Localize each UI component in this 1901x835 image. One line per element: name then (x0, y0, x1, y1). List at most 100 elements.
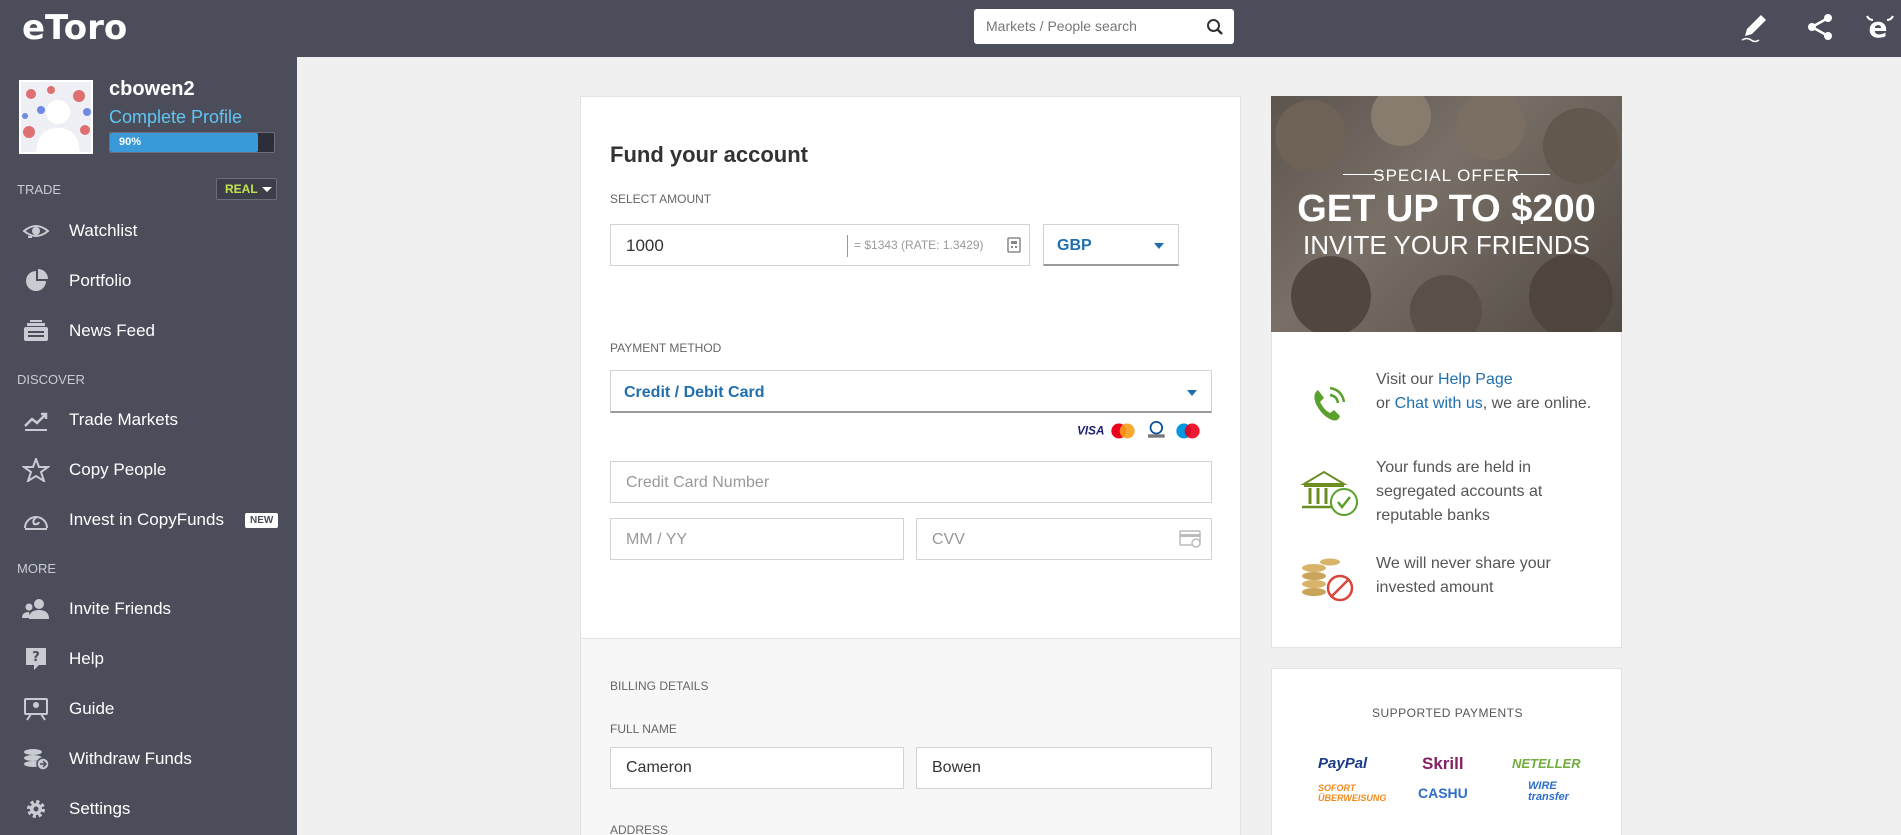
chat-link[interactable]: Chat with us (1395, 395, 1483, 412)
sidebar-item-label: Trade Markets (69, 410, 178, 429)
people-icon (22, 599, 49, 619)
card-number-placeholder: Credit Card Number (626, 474, 770, 491)
sidebar-item-help[interactable]: ? Help (0, 639, 297, 679)
diners-club-logo (1148, 421, 1165, 438)
supported-payments-title: SUPPORTED PAYMENTS (1371, 706, 1524, 720)
withdraw-icon (24, 749, 50, 771)
section-label-trade: TRADE (17, 182, 62, 197)
trend-chart-icon (24, 412, 48, 431)
amount-divider (847, 235, 848, 257)
sidebar-item-label: Invest in CopyFunds (69, 510, 224, 529)
sidebar-item-withdraw-funds[interactable]: Withdraw Funds (0, 739, 297, 779)
sidebar-item-invite-friends[interactable]: Invite Friends (0, 589, 297, 629)
sidebar-item-settings[interactable]: Settings (0, 789, 297, 829)
page-title: Fund your account (610, 142, 808, 167)
phone-icon (1314, 386, 1346, 421)
last-name-field[interactable]: Bowen (916, 747, 1212, 789)
chat-prefix: or (1376, 395, 1395, 412)
neteller-logo: NETELLER (1512, 756, 1581, 771)
amount-value[interactable]: 1000 (626, 236, 664, 256)
assurance-card: Visit our Help Page or Chat with us, we … (1271, 332, 1622, 648)
wire-transfer-logo: WIRE transfer (1528, 780, 1569, 803)
section-label-more: MORE (17, 561, 56, 576)
select-amount-label: SELECT AMOUNT (610, 192, 712, 206)
special-offer-label: SPECIAL OFFER (1373, 166, 1520, 185)
promo-headline: GET UP TO $200 (1297, 188, 1596, 230)
cvv-field[interactable]: CVV (916, 518, 1212, 560)
svg-text:e: e (1869, 11, 1888, 44)
eye-icon (22, 225, 50, 238)
profile-progress-fill: 90% (110, 133, 258, 152)
gear-icon (27, 800, 45, 818)
account-mode-label: REAL (225, 182, 258, 196)
last-name-value: Bowen (932, 759, 981, 776)
help-info: Visit our Help Page or Chat with us, we … (1376, 368, 1596, 416)
funds-info: Your funds are held in segregated accoun… (1376, 459, 1543, 524)
complete-profile-link[interactable]: Complete Profile (109, 107, 242, 128)
payment-method-select[interactable]: Credit / Debit Card (610, 370, 1212, 413)
avatar[interactable] (19, 80, 93, 154)
sofort-logo: SOFORT ÜBERWEISUNG (1318, 783, 1387, 803)
new-badge: NEW (245, 513, 279, 528)
sidebar: eToro cbowen2 Complete Profile 90% TRADE… (0, 0, 297, 835)
sidebar-item-label: Invite Friends (69, 599, 172, 618)
card-logos: VISA (1077, 421, 1200, 439)
address-label: ADDRESS (610, 823, 669, 835)
sidebar-item-copy-people[interactable]: Copy People (0, 450, 297, 490)
conversion-rate: = $1343 (RATE: 1.3429) (854, 238, 984, 252)
chevron-down-icon (1154, 243, 1164, 249)
copyfunds-icon (24, 516, 48, 530)
help-page-link[interactable]: Help Page (1438, 371, 1513, 388)
help-icon: ? (26, 648, 46, 670)
paypal-logo: PayPal (1318, 755, 1368, 772)
cvv-placeholder: CVV (932, 531, 965, 548)
skrill-logo: Skrill (1422, 754, 1464, 773)
expiry-field[interactable]: MM / YY (610, 518, 904, 560)
sidebar-item-guide[interactable]: Guide (0, 689, 297, 729)
promo-subline: INVITE YOUR FRIENDS (1302, 230, 1590, 260)
username: cbowen2 (109, 78, 195, 100)
billing-section: BILLING DETAILS FULL NAME Cameron Bowen … (581, 638, 1240, 835)
sidebar-item-trade-markets[interactable]: Trade Markets (0, 400, 297, 440)
account-mode-dropdown[interactable]: REAL (216, 178, 277, 200)
first-name-value: Cameron (626, 759, 692, 776)
search-icon[interactable] (1206, 18, 1224, 36)
sidebar-item-label: Copy People (69, 460, 167, 479)
top-bar: Markets / People search e (297, 0, 1901, 57)
sidebar-item-portfolio[interactable]: Portfolio (0, 261, 297, 301)
svg-text:?: ? (32, 650, 40, 665)
payment-method-label: PAYMENT METHOD (610, 341, 722, 355)
chevron-down-icon (1187, 390, 1197, 396)
card-number-field[interactable]: Credit Card Number (610, 461, 1212, 503)
sidebar-item-copyfunds[interactable]: Invest in CopyFunds NEW (0, 500, 297, 540)
card-cvv-icon (1179, 530, 1201, 548)
sidebar-item-label: Watchlist (69, 221, 138, 240)
sidebar-item-news-feed[interactable]: News Feed (0, 311, 297, 351)
amount-field[interactable]: 1000 = $1343 (RATE: 1.3429) (610, 224, 1030, 266)
search-input[interactable]: Markets / People search (986, 18, 1137, 34)
sidebar-item-watchlist[interactable]: Watchlist (0, 211, 297, 251)
star-icon (22, 458, 50, 482)
etoro-e-icon[interactable]: e (1863, 10, 1897, 44)
caret-down-icon (261, 187, 272, 193)
pencil-icon[interactable] (1737, 10, 1771, 44)
share-icon[interactable] (1803, 10, 1837, 44)
currency-select[interactable]: GBP (1043, 224, 1179, 266)
sidebar-item-label: Withdraw Funds (69, 749, 192, 768)
help-prefix: Visit our (1376, 371, 1438, 388)
visa-logo: VISA (1077, 424, 1104, 437)
privacy-info: We will never share your invested amount (1376, 555, 1551, 596)
sidebar-item-label: Help (69, 649, 104, 668)
section-label-discover: DISCOVER (17, 372, 85, 387)
profile-progress-bar: 90% (109, 132, 275, 153)
calculator-icon[interactable] (1007, 237, 1021, 253)
first-name-field[interactable]: Cameron (610, 747, 904, 789)
sidebar-item-label: Settings (69, 799, 131, 818)
sidebar-item-label: Portfolio (69, 271, 132, 290)
search-box[interactable]: Markets / People search (974, 9, 1234, 44)
sidebar-item-label: Guide (69, 699, 115, 718)
chat-suffix: , we are online. (1482, 395, 1592, 412)
etoro-logo[interactable]: eToro (22, 8, 127, 48)
currency-value: GBP (1057, 237, 1092, 254)
invite-friends-banner[interactable]: SPECIAL OFFER GET UP TO $200 INVITE YOUR… (1271, 96, 1622, 332)
